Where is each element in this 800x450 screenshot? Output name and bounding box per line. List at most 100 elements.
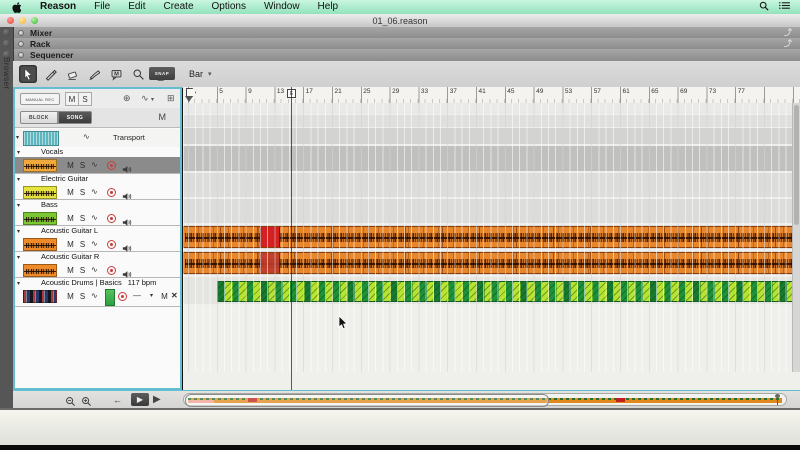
track-automation-icon[interactable]: ∿ (91, 213, 98, 222)
record-enable-button[interactable] (118, 292, 127, 301)
track-solo-button[interactable]: S (77, 160, 88, 171)
track-automation-icon[interactable]: ∿ (91, 187, 98, 196)
track-name[interactable]: Vocals (41, 147, 63, 156)
track-mute-button[interactable]: M (65, 213, 76, 224)
track-solo-button[interactable]: S (77, 291, 88, 302)
track-mute-button[interactable]: M (159, 291, 170, 302)
chevron-down-icon[interactable]: ▾ (150, 292, 153, 299)
menu-item-window[interactable]: Window (255, 0, 309, 14)
disclosure-triangle-icon[interactable]: ▾ (17, 254, 20, 261)
vertical-scroll-thumb[interactable] (794, 105, 799, 225)
pattern-select-value[interactable]: — (133, 291, 141, 300)
track-automation-icon[interactable]: ∿ (91, 265, 98, 274)
bar-ruler[interactable]: 591317212529333741454953576165697377 E (183, 87, 800, 104)
record-enable-button[interactable] (107, 161, 116, 170)
menu-item-create[interactable]: Create (154, 0, 202, 14)
master-mute-label[interactable]: M (159, 112, 167, 122)
disclosure-triangle-icon[interactable]: ▾ (17, 228, 20, 235)
disclosure-triangle-icon[interactable]: ▾ (17, 202, 20, 209)
acoustic-guitar-r-clip[interactable] (183, 252, 800, 274)
track-solo-button[interactable]: S (77, 213, 88, 224)
track-row-acoustic-guitar-r[interactable]: Acoustic Guitar R ▾ M S ∿ (15, 252, 180, 278)
horizontal-scrollbar[interactable] (183, 393, 787, 407)
track-name[interactable]: Acoustic Drums | Basics 117 bpm (41, 278, 156, 287)
playhead-marker[interactable] (185, 96, 193, 102)
record-enable-button[interactable] (107, 188, 116, 197)
track-name[interactable]: Acoustic Guitar L (41, 226, 98, 235)
global-solo-button[interactable]: S (78, 92, 92, 106)
track-mute-button[interactable]: M (65, 187, 76, 198)
horizontal-scroll-thumb[interactable] (185, 394, 549, 407)
track-row-acoustic-drums-basics[interactable]: Acoustic Drums | Basics 117 bpm ▾ M S ∿ — ▾ M ✕ (15, 278, 180, 307)
acoustic-guitar-l-clip[interactable] (183, 226, 800, 248)
record-enable-button[interactable] (107, 240, 116, 249)
record-enable-button[interactable] (107, 266, 116, 275)
track-solo-button[interactable]: S (77, 187, 88, 198)
sequencer-timeline[interactable]: 591317212529333741454953576165697377 E (183, 87, 800, 390)
track-mute-button[interactable]: M (65, 291, 76, 302)
transport-track-row[interactable]: ▾ ∿ Transport (15, 129, 180, 148)
menu-item-help[interactable]: Help (309, 0, 348, 14)
delete-track-button[interactable]: ✕ (171, 291, 178, 300)
selected-red-segment[interactable] (260, 227, 280, 247)
eraser-tool[interactable] (63, 65, 81, 83)
lane-grid-icon[interactable]: ⊞ (167, 93, 175, 104)
selected-red-segment[interactable] (260, 253, 280, 273)
track-mute-button[interactable]: M (65, 160, 76, 171)
new-lane-icon[interactable]: ⊕ (123, 93, 131, 104)
mute-tool[interactable]: M (107, 65, 125, 83)
mixer-collapse-button[interactable] (18, 29, 24, 36)
track-icon[interactable] (23, 212, 57, 225)
record-enable-button[interactable] (107, 214, 116, 223)
track-row-vocals[interactable]: Vocals ▾ M S ∿ (15, 147, 180, 174)
track-name[interactable]: Acoustic Guitar R (41, 252, 99, 261)
track-solo-button[interactable]: S (77, 265, 88, 276)
apple-menu-icon[interactable] (12, 1, 21, 13)
track-icon[interactable] (23, 290, 57, 303)
sequencer-collapse-button[interactable] (18, 52, 24, 58)
notification-center-icon[interactable] (779, 1, 790, 13)
disclosure-triangle-icon[interactable]: ▾ (16, 134, 19, 141)
vertical-scrollbar[interactable] (792, 103, 800, 372)
track-automation-icon[interactable]: ∿ (91, 291, 98, 300)
razor-tool[interactable] (85, 65, 103, 83)
track-mute-button[interactable]: M (65, 239, 76, 250)
right-locator-line[interactable] (291, 87, 292, 390)
disclosure-triangle-icon[interactable]: ▾ (17, 280, 20, 287)
acoustic-drums-clip[interactable] (217, 281, 800, 302)
track-name[interactable]: Electric Guitar (41, 174, 88, 183)
automation-menu-icon[interactable]: ∿ ▾ (141, 93, 154, 104)
track-icon[interactable] (23, 238, 57, 251)
detach-window-icon[interactable]: ⤴ (784, 27, 792, 38)
disclosure-triangle-icon[interactable]: ▾ (17, 176, 20, 183)
rack-collapse-button[interactable] (18, 40, 24, 47)
menu-item-options[interactable]: Options (203, 0, 255, 14)
manual-rec-button[interactable]: MANUAL REC (20, 93, 60, 105)
detach-window-icon[interactable]: ⤴ (784, 38, 792, 49)
track-row-bass[interactable]: Bass ▾ M S ∿ (15, 200, 180, 226)
track-icon[interactable] (23, 186, 57, 199)
song-mode-button[interactable]: SONG (57, 111, 93, 124)
track-automation-icon[interactable]: ∿ (91, 239, 98, 248)
snap-toggle-button[interactable]: SNAP (149, 67, 175, 80)
pencil-tool[interactable] (41, 65, 59, 83)
panel-knob[interactable] (3, 40, 10, 47)
global-mute-button[interactable]: M (65, 92, 79, 106)
track-icon[interactable] (23, 159, 57, 172)
spotlight-search-icon[interactable] (759, 1, 769, 14)
block-mode-button[interactable]: BLOCK (20, 111, 58, 124)
track-lanes[interactable] (183, 103, 800, 390)
browser-side-tab[interactable]: Browser (0, 27, 14, 408)
selection-tool[interactable] (19, 65, 37, 83)
disclosure-triangle-icon[interactable]: ▾ (17, 149, 20, 156)
panel-knob[interactable] (3, 29, 10, 36)
track-name[interactable]: Bass (41, 200, 58, 209)
follow-song-button[interactable]: ▶ (131, 393, 149, 406)
window-title-bar[interactable]: 01_06.reason (0, 14, 800, 28)
track-icon[interactable] (23, 264, 57, 277)
panel-knob[interactable] (3, 51, 10, 58)
goto-marker-icon[interactable]: ▶ (153, 394, 161, 405)
menu-item-file[interactable]: File (85, 0, 119, 14)
back-arrow-icon[interactable]: ← (113, 395, 122, 405)
track-automation-icon[interactable]: ∿ (91, 160, 98, 169)
